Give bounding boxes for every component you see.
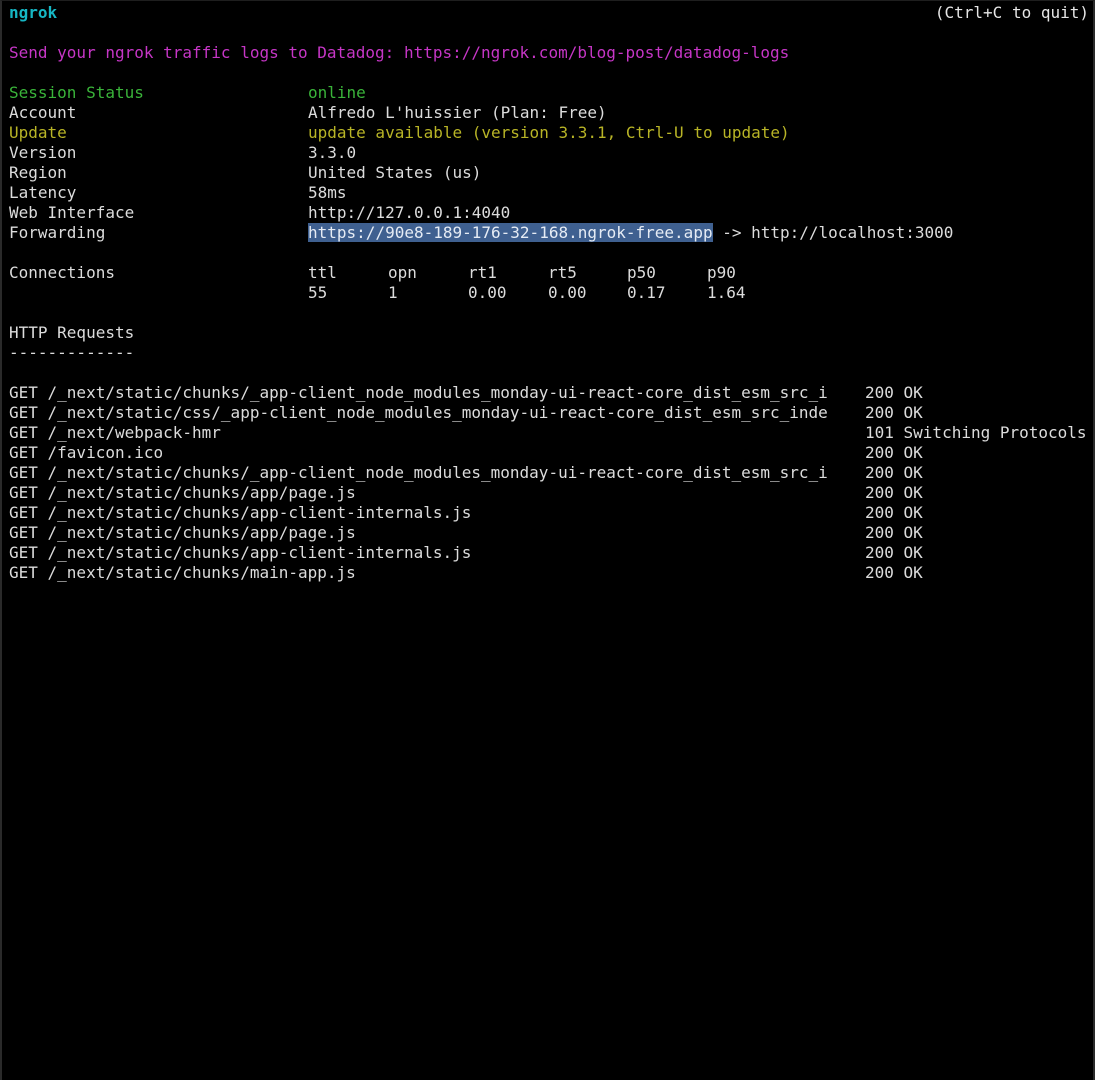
- request-path: GET /_next/static/chunks/app/page.js: [9, 523, 356, 542]
- web-interface-label: Web Interface: [9, 203, 135, 222]
- conn-value-p50: 0.17: [627, 283, 666, 302]
- request-status: 200 OK: [865, 463, 923, 482]
- request-path: GET /favicon.ico: [9, 443, 164, 462]
- request-path: GET /_next/static/chunks/app-client-inte…: [9, 543, 472, 562]
- update-value: update available (version 3.3.1, Ctrl-U …: [308, 123, 790, 142]
- http-requests-underline: -------------: [9, 343, 135, 362]
- conn-value-p90: 1.64: [707, 283, 746, 302]
- version-label: Version: [9, 143, 77, 162]
- forwarding-label: Forwarding: [9, 223, 106, 242]
- request-status: 200 OK: [865, 563, 923, 582]
- connections-label: Connections: [9, 263, 115, 282]
- conn-value-rt1: 0.00: [468, 283, 507, 302]
- conn-header-p90: p90: [707, 263, 736, 282]
- region-value: United States (us): [308, 163, 482, 182]
- conn-value-rt5: 0.00: [548, 283, 587, 302]
- request-status: 200 OK: [865, 503, 923, 522]
- request-path: GET /_next/static/chunks/app/page.js: [9, 483, 356, 502]
- app-name: ngrok: [9, 3, 58, 22]
- request-path: GET /_next/static/chunks/_app-client_nod…: [9, 383, 828, 402]
- request-path: GET /_next/static/chunks/app-client-inte…: [9, 503, 472, 522]
- request-path: GET /_next/webpack-hmr: [9, 423, 221, 442]
- forwarding-local-url[interactable]: http://localhost:3000: [751, 223, 953, 242]
- request-status: 200 OK: [865, 483, 923, 502]
- conn-header-p50: p50: [627, 263, 656, 282]
- request-status: 200 OK: [865, 383, 923, 402]
- request-path: GET /_next/static/css/_app-client_node_m…: [9, 403, 828, 422]
- request-status: 200 OK: [865, 543, 923, 562]
- conn-header-rt5: rt5: [548, 263, 577, 282]
- quit-hint: (Ctrl+C to quit): [934, 3, 1089, 22]
- request-path: GET /_next/static/chunks/_app-client_nod…: [9, 463, 828, 482]
- http-requests-title: HTTP Requests: [9, 323, 135, 342]
- forwarding-public-url[interactable]: https://90e8-189-176-32-168.ngrok-free.a…: [308, 223, 713, 242]
- session-status-value: online: [308, 83, 366, 102]
- request-status: 101 Switching Protocols: [865, 423, 1087, 442]
- account-value: Alfredo L'huissier (Plan: Free): [308, 103, 607, 122]
- conn-header-rt1: rt1: [468, 263, 497, 282]
- request-status: 200 OK: [865, 523, 923, 542]
- conn-header-ttl: ttl: [308, 263, 337, 282]
- update-label: Update: [9, 123, 67, 142]
- request-path: GET /_next/static/chunks/main-app.js: [9, 563, 356, 582]
- request-status: 200 OK: [865, 443, 923, 462]
- session-status-label: Session Status: [9, 83, 144, 102]
- datadog-banner[interactable]: Send your ngrok traffic logs to Datadog:…: [9, 43, 789, 63]
- latency-label: Latency: [9, 183, 77, 202]
- account-label: Account: [9, 103, 77, 122]
- version-value: 3.3.0: [308, 143, 357, 162]
- conn-value-opn: 1: [388, 283, 398, 302]
- request-status: 200 OK: [865, 403, 923, 422]
- forwarding-row: https://90e8-189-176-32-168.ngrok-free.a…: [308, 223, 953, 243]
- region-label: Region: [9, 163, 67, 182]
- latency-value: 58ms: [308, 183, 347, 202]
- forwarding-arrow: ->: [712, 223, 752, 242]
- conn-value-ttl: 55: [308, 283, 328, 302]
- terminal-window[interactable]: ngrok (Ctrl+C to quit) Send your ngrok t…: [0, 0, 1095, 1080]
- web-interface-link[interactable]: http://127.0.0.1:4040: [308, 203, 510, 223]
- conn-header-opn: opn: [388, 263, 417, 282]
